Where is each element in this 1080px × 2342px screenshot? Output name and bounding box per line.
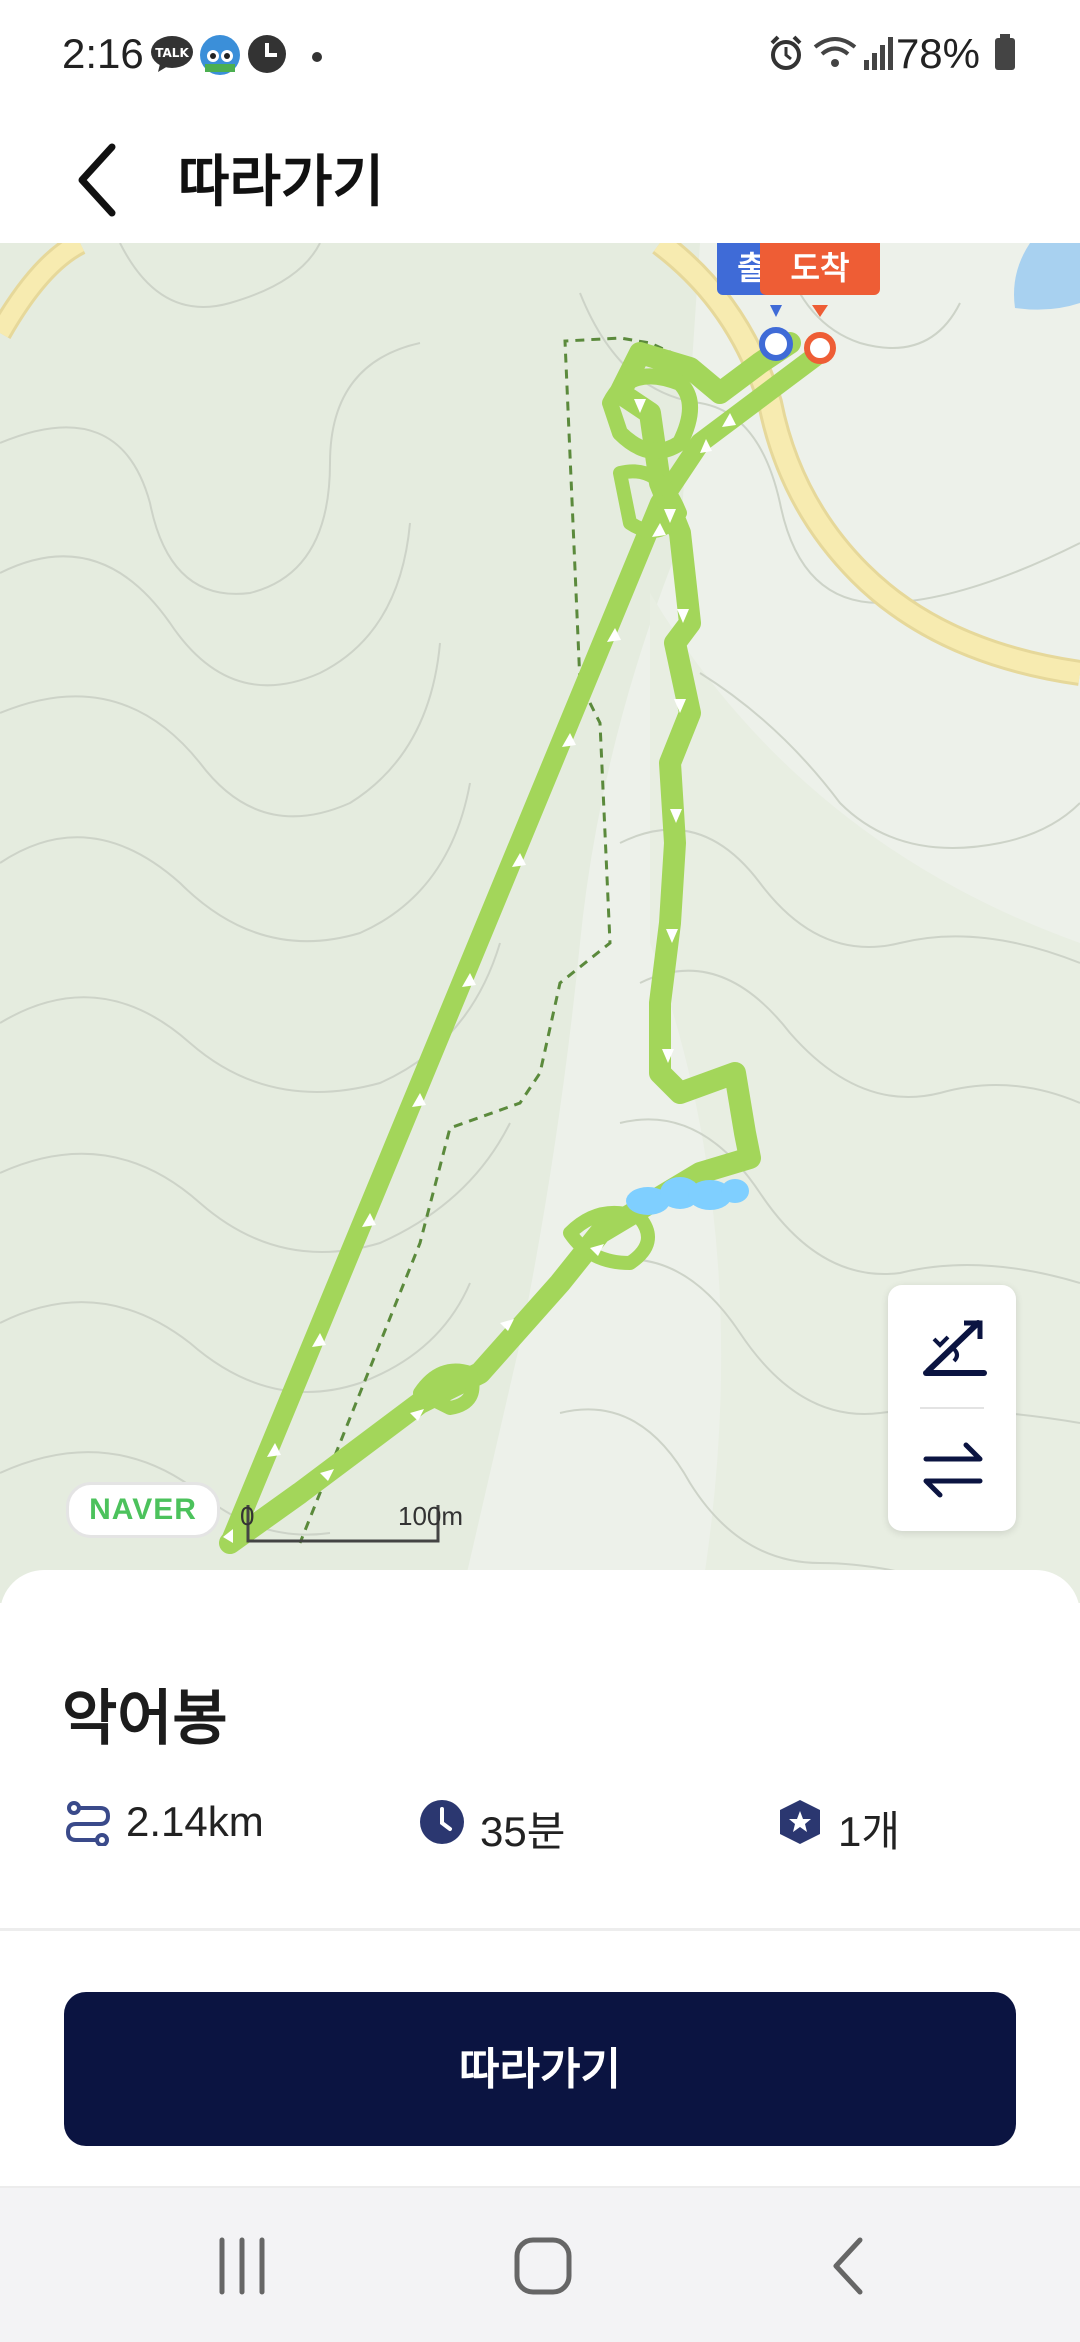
sheet-divider [0,1928,1080,1931]
recent-apps-icon[interactable] [202,2226,282,2306]
swap-direction-icon [923,1442,983,1498]
badge-count: 1개 [838,1808,900,1855]
route-map[interactable]: 출 도착 NAVER 0 100m [0,243,1080,1603]
back-arrow-icon[interactable] [60,135,140,225]
follow-button[interactable]: 따라가기 [64,1992,1016,2146]
wifi-icon [813,37,857,67]
page-title: 따라가기 [178,150,385,213]
talk-icon: TALK [151,36,193,72]
elevation-icon [923,1320,987,1376]
battery-percent: 78% [895,30,980,77]
alarm-icon [770,35,802,70]
system-nav-bar [0,2186,1080,2342]
badge-icon [780,1800,820,1844]
home-icon[interactable] [503,2226,583,2306]
tools-divider [920,1407,984,1409]
badge-stat: 1개 [776,1792,976,1855]
end-point-icon [804,332,836,364]
duration-value: 35분 [480,1808,566,1855]
naver-logo: NAVER [66,1482,220,1538]
distance-value: 2.14km [126,1798,264,1845]
back-icon[interactable] [808,2226,888,2306]
scale-start-label: 0 [240,1501,255,1531]
svg-text:TALK: TALK [155,46,189,60]
map-tools-panel [888,1285,1016,1531]
distance-icon [65,1801,111,1846]
battery-icon [995,34,1015,70]
end-pin[interactable]: 도착 [760,243,880,295]
swap-direction-button[interactable] [888,1413,1016,1525]
duration-stat: 35분 [418,1792,678,1855]
status-bar: 2:16 TALK 78% [0,0,1080,115]
app-bar: 따라가기 [0,115,1080,243]
app-badge-icon [200,35,240,75]
start-point-icon [759,327,793,361]
clock-app-icon [248,35,286,73]
clock-icon [420,1800,464,1844]
status-time: 2:16 [62,30,144,77]
scale-end-label: 100m [398,1501,464,1531]
distance-stat: 2.14km [64,1792,364,1852]
elevation-button[interactable] [888,1293,1016,1405]
course-name: 악어봉 [62,1685,228,1752]
dot-icon [312,52,322,62]
signal-icon [864,37,893,70]
